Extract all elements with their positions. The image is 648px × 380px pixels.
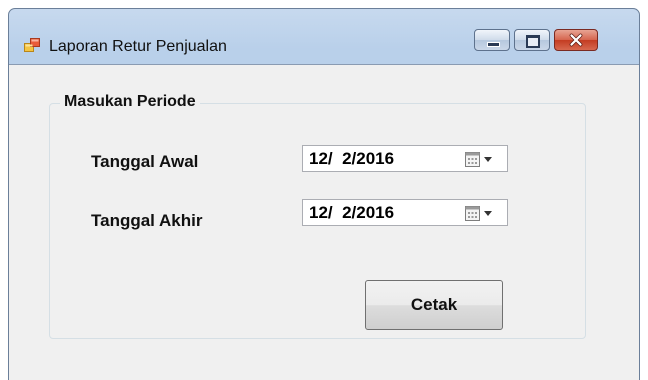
form-app-icon[interactable] (24, 37, 40, 53)
groupbox-title: Masukan Periode (60, 92, 200, 112)
start-date-picker[interactable]: 12/ 2/2016 (302, 145, 508, 172)
close-button[interactable] (554, 29, 598, 51)
minimize-icon (487, 42, 500, 47)
chevron-down-icon[interactable] (484, 211, 492, 216)
start-date-value[interactable]: 12/ 2/2016 (309, 149, 394, 169)
print-button[interactable]: Cetak (365, 280, 503, 330)
end-date-label: Tanggal Akhir (91, 211, 203, 230)
calendar-icon[interactable] (465, 206, 480, 221)
report-window: Laporan Retur Penjualan Masukan Periode … (8, 8, 640, 380)
calendar-icon[interactable] (465, 152, 480, 167)
maximize-icon (526, 35, 540, 48)
end-date-value[interactable]: 12/ 2/2016 (309, 203, 394, 223)
maximize-button[interactable] (514, 29, 550, 51)
chevron-down-icon[interactable] (484, 157, 492, 162)
start-date-label: Tanggal Awal (91, 152, 199, 171)
title-bar[interactable]: Laporan Retur Penjualan (9, 9, 639, 59)
close-icon (569, 33, 583, 47)
end-date-picker[interactable]: 12/ 2/2016 (302, 199, 508, 226)
form-client-area: Masukan Periode Tanggal Awal 12/ 2/2016 … (9, 64, 639, 380)
minimize-button[interactable] (474, 29, 510, 51)
window-title: Laporan Retur Penjualan (49, 38, 227, 55)
